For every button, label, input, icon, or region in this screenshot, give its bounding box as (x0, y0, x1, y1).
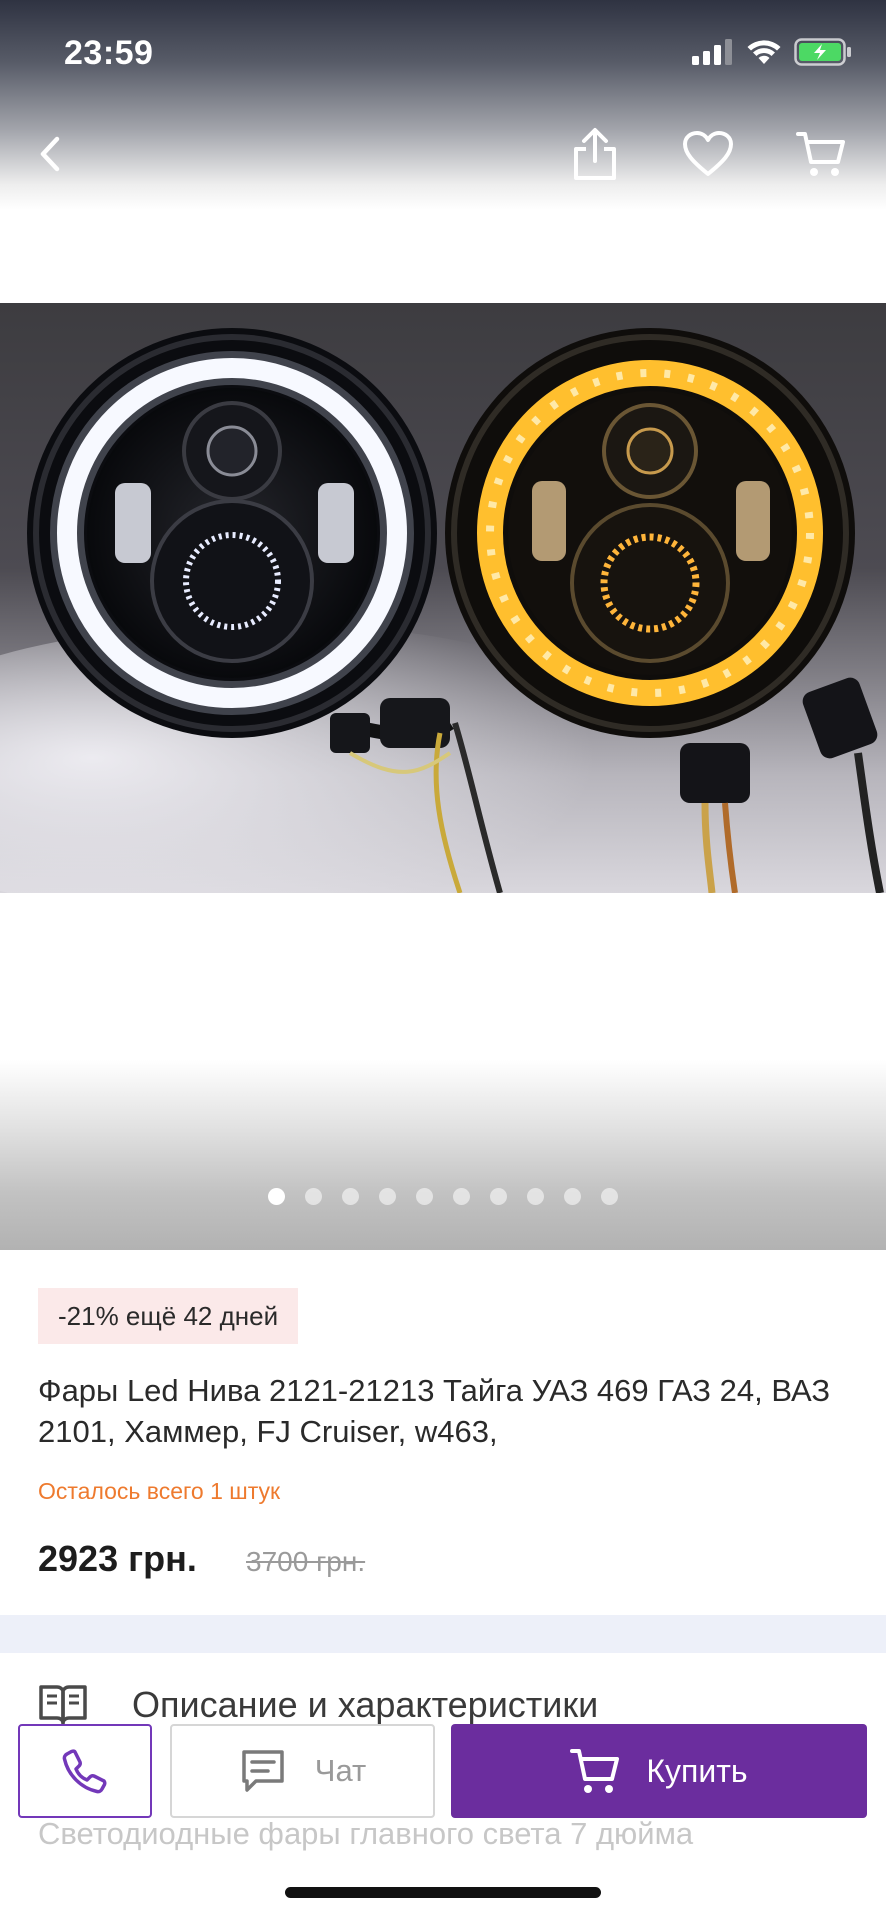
status-bar: 23:59 (0, 0, 886, 100)
call-button[interactable] (18, 1724, 152, 1818)
battery-charging-icon (794, 38, 851, 66)
pager-dot[interactable] (305, 1188, 322, 1205)
pager-dot[interactable] (379, 1188, 396, 1205)
pager-dot[interactable] (564, 1188, 581, 1205)
cellular-signal-icon (692, 39, 732, 65)
action-bar: Чат Купить (0, 1722, 886, 1822)
pager-dot[interactable] (490, 1188, 507, 1205)
phone-icon (62, 1749, 107, 1794)
current-price: 2923 грн. (38, 1538, 197, 1579)
gallery-pager[interactable] (0, 1188, 886, 1205)
pager-dot[interactable] (601, 1188, 618, 1205)
product-info: -21% ещё 42 дней Фары Led Нива 2121-2121… (0, 1250, 886, 1615)
favorite-button[interactable] (676, 122, 740, 186)
share-icon (574, 128, 616, 180)
buy-label: Купить (646, 1752, 748, 1789)
stock-notice: Осталось всего 1 штук (38, 1478, 281, 1504)
back-arrow-icon (40, 136, 60, 172)
discount-badge: -21% ещё 42 дней (38, 1288, 299, 1344)
pager-dot[interactable] (416, 1188, 433, 1205)
pager-dot[interactable] (453, 1188, 470, 1205)
section-separator (0, 1615, 886, 1653)
pager-dot[interactable] (342, 1188, 359, 1205)
product-gallery[interactable]: 23:59 (0, 0, 886, 1250)
status-time: 23:59 (64, 34, 154, 72)
back-button[interactable] (18, 122, 82, 186)
chat-button[interactable]: Чат (170, 1724, 435, 1818)
cart-icon (796, 132, 845, 176)
buy-button[interactable]: Купить (451, 1724, 867, 1818)
description-heading: Описание и характеристики (132, 1684, 599, 1725)
cart-icon (570, 1749, 620, 1793)
product-photo (0, 303, 886, 893)
description-header[interactable]: Описание и характеристики (38, 1683, 598, 1727)
cart-button[interactable] (789, 122, 853, 186)
heart-icon (683, 131, 733, 176)
old-price: 3700 грн. (246, 1546, 366, 1577)
product-title: Фары Led Нива 2121-21213 Тайга УАЗ 469 Г… (38, 1373, 831, 1449)
gallery-bottom-gradient (0, 1060, 886, 1250)
share-button[interactable] (563, 122, 627, 186)
wifi-icon (747, 40, 781, 64)
home-indicator[interactable] (285, 1887, 601, 1898)
pager-dot[interactable] (527, 1188, 544, 1205)
chat-icon (242, 1750, 284, 1792)
book-icon (39, 1685, 87, 1725)
pager-dot[interactable] (268, 1188, 285, 1205)
chat-label: Чат (314, 1753, 367, 1788)
status-icons (692, 38, 852, 66)
